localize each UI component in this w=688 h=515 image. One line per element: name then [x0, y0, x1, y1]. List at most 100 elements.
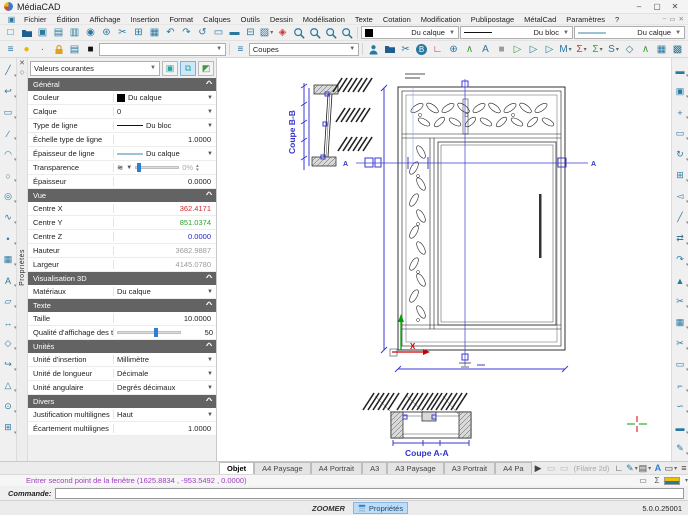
- layer-on-bulb-icon[interactable]: ●: [19, 42, 34, 56]
- copy2-icon[interactable]: ⊞▾: [673, 165, 688, 186]
- ucs-toggle-icon[interactable]: ∟: [612, 462, 625, 474]
- terrain-small-icon[interactable]: ∧: [638, 42, 653, 56]
- prop-value-calque[interactable]: 0▼: [114, 107, 216, 116]
- layer-dot-icon[interactable]: ·: [35, 42, 50, 56]
- menu-dessin[interactable]: Dessin: [265, 15, 298, 24]
- text-style-icon[interactable]: A: [478, 42, 493, 56]
- prop-value-taille[interactable]: 10.0000: [114, 314, 216, 323]
- prop-value-qualite-d-affichage-des-te[interactable]: 50: [114, 328, 216, 337]
- undo-icon[interactable]: ↶: [163, 26, 178, 40]
- layout-tab-a4-portrait[interactable]: A4 Portrait: [311, 462, 362, 474]
- quality-slider[interactable]: [117, 331, 181, 334]
- rotate-icon[interactable]: ↻▾: [673, 144, 688, 165]
- group-objects-icon[interactable]: ◇: [622, 42, 637, 56]
- panel-side-tab[interactable]: Propriétés: [19, 249, 26, 286]
- prop-value-ecartement-multilignes[interactable]: 1.0000: [114, 424, 216, 433]
- orbit-icon[interactable]: ◈: [275, 26, 290, 40]
- brush-icon[interactable]: ▬▾: [673, 417, 688, 438]
- menu-edition[interactable]: Édition: [52, 15, 85, 24]
- image-page-icon[interactable]: ▦: [654, 42, 669, 56]
- node-edit-icon[interactable]: ◇▾: [1, 333, 16, 354]
- mdi-close-icon[interactable]: ✕: [679, 15, 684, 23]
- slider-thumb[interactable]: [137, 163, 141, 172]
- terrain-icon[interactable]: ∧: [462, 42, 477, 56]
- menu-texte[interactable]: Texte: [350, 15, 378, 24]
- ellipse-icon[interactable]: ◎▾: [1, 186, 16, 207]
- properties-panel-button[interactable]: Propriétés: [353, 502, 408, 514]
- sum-icon[interactable]: Σ: [650, 476, 664, 485]
- drawing-canvas[interactable]: Coupe B-B: [217, 58, 671, 461]
- cut-icon[interactable]: ✂: [115, 26, 130, 40]
- warning-icon[interactable]: ▲▾: [673, 270, 688, 291]
- layout-tab-a4-pa[interactable]: A4 Pa: [495, 462, 531, 474]
- print-preview-icon[interactable]: ▥: [67, 26, 82, 40]
- prop-value-type-de-ligne[interactable]: Du bloc▼: [114, 121, 216, 130]
- s-measure-icon[interactable]: S▾: [606, 42, 621, 56]
- select-objects-button[interactable]: ⧉: [180, 61, 196, 76]
- color-swatch-icon[interactable]: ■: [83, 42, 98, 56]
- menu-parametres[interactable]: Paramètres: [561, 15, 610, 24]
- prop-value-transparence[interactable]: ≋▼0%▴▾: [114, 163, 216, 172]
- layout-tab-a4-paysage[interactable]: A4 Paysage: [254, 462, 310, 474]
- badge-b-icon[interactable]: B: [414, 42, 429, 56]
- section-header-texte[interactable]: Texte^: [28, 299, 216, 312]
- layer-manager-icon[interactable]: ≡: [3, 42, 18, 56]
- redo-icon[interactable]: ↷: [179, 26, 194, 40]
- table-icon[interactable]: ⊞▾: [1, 417, 16, 438]
- section-header-unites[interactable]: Unités^: [28, 340, 216, 353]
- prop-value-hauteur[interactable]: 3682.9887: [114, 246, 216, 255]
- menu-fichier[interactable]: Fichier: [19, 15, 52, 24]
- minimize-button[interactable]: –: [630, 0, 648, 13]
- publish-globe-icon[interactable]: ◉: [83, 26, 98, 40]
- prop-value-couleur[interactable]: Du calque▼: [114, 93, 216, 102]
- maximize-button[interactable]: ▢: [648, 0, 666, 13]
- gray-swatch-icon[interactable]: ■: [494, 42, 509, 56]
- viewport-icon[interactable]: ▭▾: [673, 123, 688, 144]
- mdi-restore-icon[interactable]: ▭: [669, 15, 675, 23]
- layout-tab-a3[interactable]: A3: [362, 462, 387, 474]
- menu-insertion[interactable]: Insertion: [126, 15, 165, 24]
- layout-tab-a3-paysage[interactable]: A3 Paysage: [387, 462, 443, 474]
- revision-arc-icon[interactable]: ↪▾: [1, 354, 16, 375]
- panel-close-icon[interactable]: ✕: [19, 59, 25, 69]
- transparency-slider[interactable]: [135, 166, 179, 169]
- save-icon[interactable]: ▣: [35, 26, 50, 40]
- sync-icon[interactable]: ↺: [195, 26, 210, 40]
- ortho-icon[interactable]: A: [651, 462, 664, 474]
- document-icon[interactable]: ▣: [4, 12, 19, 26]
- panel-pin-icon[interactable]: ◇: [20, 69, 25, 79]
- sum-green-icon[interactable]: Σ▾: [590, 42, 605, 56]
- toggle-value-button[interactable]: ◩: [198, 61, 214, 76]
- section-header-visualisation-3d[interactable]: Visualisation 3D^: [28, 272, 216, 285]
- line-icon[interactable]: ╱▾: [1, 60, 16, 81]
- print-icon[interactable]: ▤: [51, 26, 66, 40]
- cloud-icon[interactable]: ∽▾: [673, 396, 688, 417]
- point-icon[interactable]: •▾: [1, 228, 16, 249]
- grid-2x2-icon[interactable]: ▦▾: [673, 312, 688, 333]
- tab-scroll-right-icon[interactable]: ▶: [532, 462, 545, 474]
- section-header-vue[interactable]: Vue^: [28, 189, 216, 202]
- prop-value-centre-z[interactable]: 0.0000: [114, 232, 216, 241]
- prop-value-echelle-type-de-ligne[interactable]: 1.0000: [114, 135, 216, 144]
- close-button[interactable]: ✕: [666, 0, 684, 13]
- polyline-icon[interactable]: ↩▾: [1, 81, 16, 102]
- mdi-minimize-icon[interactable]: –: [663, 15, 667, 23]
- image-photo-icon[interactable]: ▩: [670, 42, 685, 56]
- segment-icon[interactable]: ∕▾: [1, 123, 16, 144]
- layer-print-icon[interactable]: ▤: [67, 42, 82, 56]
- plane-snap-icon[interactable]: ▤▾: [638, 462, 651, 474]
- menu-cotation[interactable]: Cotation: [378, 15, 416, 24]
- text-window-icon[interactable]: ▭: [636, 476, 650, 485]
- sum-red-icon[interactable]: Σ▾: [574, 42, 589, 56]
- color-combobox[interactable]: Du calque ▼: [361, 26, 459, 39]
- text-ai-icon[interactable]: A▾: [1, 270, 16, 291]
- edit-display-icon[interactable]: ▬: [227, 26, 242, 40]
- compass-3d-icon[interactable]: ⊕: [446, 42, 461, 56]
- user-icon[interactable]: [366, 42, 381, 56]
- swap-icon[interactable]: ⇄▾: [673, 228, 688, 249]
- clip-icon[interactable]: ✂▾: [673, 291, 688, 312]
- viewport-3d-icon[interactable]: ▧▾: [259, 26, 274, 40]
- menu-outils[interactable]: Outils: [236, 15, 265, 24]
- polar-icon[interactable]: ▭▾: [664, 462, 677, 474]
- rotate-copy-icon[interactable]: ↷▾: [673, 249, 688, 270]
